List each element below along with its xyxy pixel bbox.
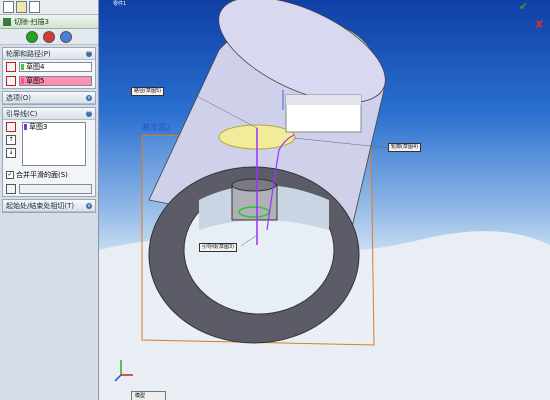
section-title: 起始处/结束处相切(T) — [6, 201, 75, 210]
ok-cancel-bar — [0, 29, 98, 45]
chevron-icon[interactable]: ^ — [86, 110, 92, 117]
profile-path-header[interactable]: 轮廓和路径(P) ^ — [3, 48, 95, 60]
callout-path[interactable]: 路径(草图5) — [131, 87, 165, 96]
guides-list[interactable]: 草图3 — [22, 122, 86, 166]
feature-icon — [3, 17, 11, 26]
confirm-icon[interactable] — [26, 30, 38, 43]
guides-header[interactable]: 引导线(C) ^ — [3, 108, 95, 120]
guides-section: 引导线(C) ^ ↑ ↓ 草图3 ✓ 合并平滑的面(S) — [2, 107, 96, 197]
guide-item-label: 草图3 — [29, 123, 48, 131]
start-end-icon — [6, 184, 16, 194]
graphics-area[interactable]: 零件1 基准面2 路径(草图5) 轮廓(草图4) 引导线(草图3) ✔ ✘ 模型 — [99, 0, 550, 400]
merge-faces-checkbox[interactable]: ✓ — [6, 171, 14, 179]
path-icon — [6, 76, 16, 86]
path-swatch — [21, 78, 24, 84]
property-manager-tab-icon[interactable] — [16, 1, 27, 13]
plane-label: 基准面2 — [142, 123, 172, 132]
up-arrow-icon[interactable]: ↑ — [6, 135, 16, 145]
callout-guide[interactable]: 引导线(草图3) — [199, 243, 238, 252]
path-field[interactable]: 草图5 — [19, 76, 92, 86]
model-tab[interactable]: 模型 — [131, 391, 166, 400]
guide-swatch — [24, 124, 27, 130]
feature-title: 切除-扫描3 — [14, 17, 49, 26]
guide-icon — [6, 122, 16, 132]
profile-field[interactable]: 草图4 — [19, 62, 92, 72]
confirm-corner-icon[interactable]: ✔ — [519, 0, 528, 13]
chevron-icon[interactable]: v — [86, 202, 92, 209]
preview-dialog-title — [286, 95, 361, 105]
options-section: 选项(O) v — [2, 91, 96, 105]
section-title: 选项(O) — [6, 93, 31, 102]
section-title: 轮廓和路径(P) — [6, 49, 51, 58]
manager-tabs — [0, 0, 98, 15]
callout-profile[interactable]: 轮廓(草图4) — [388, 143, 422, 152]
profile-value: 草图4 — [26, 63, 45, 71]
cancel-corner-icon[interactable]: ✘ — [535, 18, 544, 31]
profile-icon — [6, 62, 16, 72]
merge-faces-label: 合并平滑的面(S) — [16, 171, 68, 179]
cancel-icon[interactable] — [43, 30, 55, 43]
model-canvas — [99, 0, 550, 400]
start-end-field[interactable] — [19, 184, 92, 194]
path-value: 草图5 — [26, 77, 45, 85]
property-manager: 切除-扫描3 轮廓和路径(P) ^ 草图4 草图5 选项(O) v 引导线(C)… — [0, 0, 99, 400]
feature-manager-tab-icon[interactable] — [3, 1, 14, 13]
merge-faces-row[interactable]: ✓ 合并平滑的面(S) — [3, 168, 95, 182]
profile-path-section: 轮廓和路径(P) ^ 草图4 草图5 — [2, 47, 96, 89]
configuration-manager-tab-icon[interactable] — [29, 1, 40, 13]
options-header[interactable]: 选项(O) v — [3, 92, 95, 104]
chevron-icon[interactable]: v — [86, 94, 92, 101]
profile-swatch — [21, 64, 24, 70]
start-end-section: 起始处/结束处相切(T) v — [2, 199, 96, 213]
start-end-header[interactable]: 起始处/结束处相切(T) v — [3, 200, 95, 212]
detail-icon[interactable] — [60, 30, 72, 43]
list-item[interactable]: 草图3 — [23, 123, 85, 131]
section-title: 引导线(C) — [6, 109, 38, 118]
feature-title-bar: 切除-扫描3 — [0, 15, 98, 29]
chevron-icon[interactable]: ^ — [86, 50, 92, 57]
down-arrow-icon[interactable]: ↓ — [6, 148, 16, 158]
